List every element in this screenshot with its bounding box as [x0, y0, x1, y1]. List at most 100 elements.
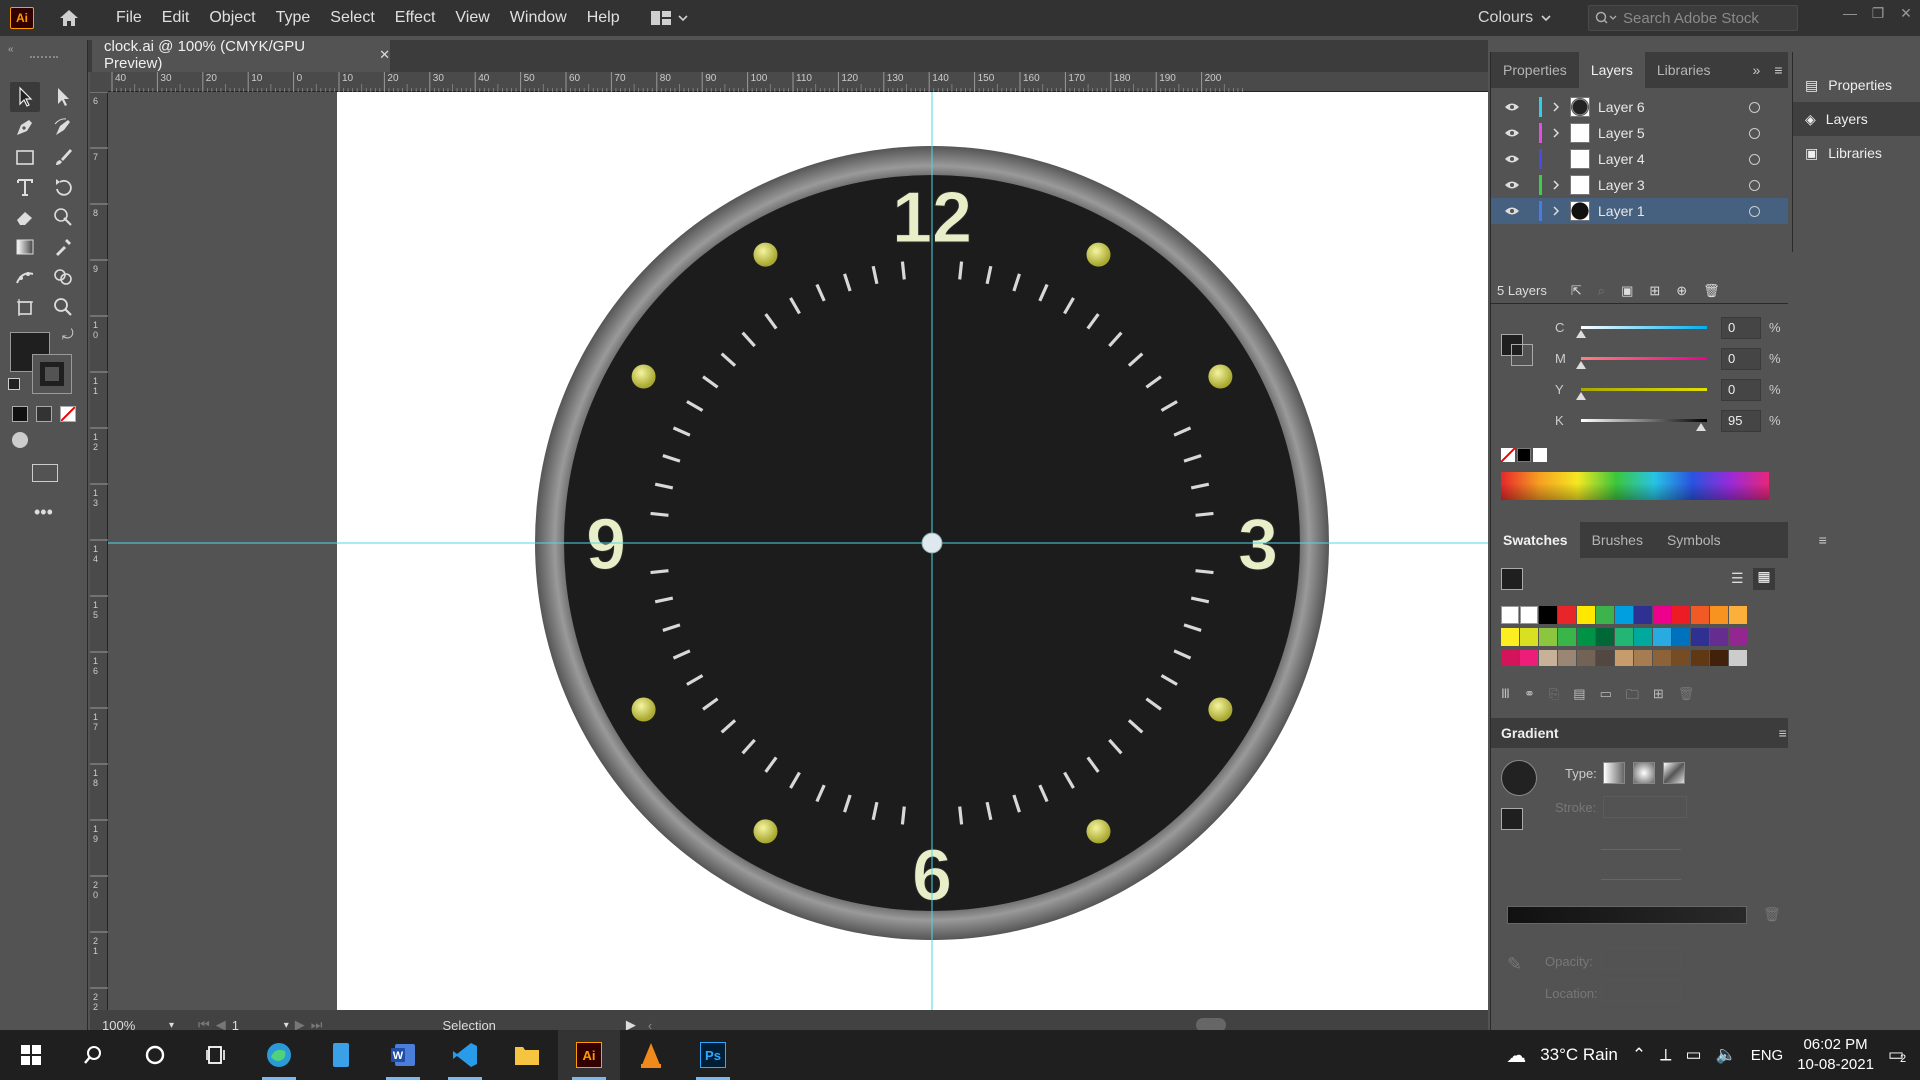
- swatch-kind-icon[interactable]: ⚭: [1524, 686, 1535, 708]
- color-swatch[interactable]: [1558, 650, 1576, 666]
- color-swatch[interactable]: [1615, 606, 1633, 624]
- layer-name[interactable]: Layer 5: [1598, 125, 1645, 141]
- color-swatch[interactable]: [1653, 628, 1671, 646]
- black-swatch[interactable]: [1517, 448, 1531, 462]
- none-swatch[interactable]: [1500, 447, 1516, 463]
- color-swatch[interactable]: [1596, 606, 1614, 624]
- color-swatch[interactable]: [1634, 628, 1652, 646]
- stroke-options[interactable]: [1603, 796, 1687, 818]
- canvas[interactable]: 12 3 6 9: [108, 92, 1488, 1010]
- cortana-icon[interactable]: [124, 1030, 186, 1080]
- color-swatch[interactable]: [1710, 650, 1728, 666]
- grid-view-icon[interactable]: ▦: [1753, 568, 1775, 590]
- tab-swatches[interactable]: Swatches: [1491, 522, 1580, 558]
- color-swatch[interactable]: [1501, 628, 1519, 646]
- visibility-eye-icon[interactable]: [1497, 180, 1527, 190]
- location-field[interactable]: [1601, 980, 1681, 1002]
- visibility-eye-icon[interactable]: [1497, 128, 1527, 138]
- color-swatch[interactable]: [1539, 650, 1557, 666]
- color-swatch[interactable]: [1615, 628, 1633, 646]
- radial-gradient-button[interactable]: [1633, 762, 1655, 784]
- color-group-icon[interactable]: ▤: [1573, 686, 1585, 708]
- gradient-mode-icon[interactable]: [36, 406, 52, 422]
- pen-tool-icon[interactable]: [10, 112, 40, 142]
- list-view-icon[interactable]: ☰: [1731, 570, 1744, 587]
- network-icon[interactable]: ⟂: [1660, 1045, 1671, 1065]
- tab-symbols[interactable]: Symbols: [1655, 522, 1733, 558]
- visibility-eye-icon[interactable]: [1497, 154, 1527, 164]
- layer-row[interactable]: Layer 3: [1491, 172, 1788, 198]
- color-swatch[interactable]: [1577, 650, 1595, 666]
- expand-chevron-icon[interactable]: [1546, 180, 1566, 190]
- notifications-icon[interactable]: ▭ 2: [1888, 1045, 1906, 1065]
- target-circle-icon[interactable]: [1749, 205, 1760, 217]
- color-swatch[interactable]: [1596, 628, 1614, 646]
- new-color-group-icon[interactable]: ▭: [1600, 686, 1612, 708]
- panel-menu-icon[interactable]: ≡: [1774, 52, 1782, 88]
- color-swatch[interactable]: [1501, 650, 1519, 666]
- color-stroke-swatch[interactable]: [1511, 344, 1533, 366]
- dock-libraries[interactable]: ▣ Libraries: [1793, 136, 1920, 170]
- color-swatch[interactable]: [1520, 628, 1538, 646]
- layer-name[interactable]: Layer 6: [1598, 99, 1645, 115]
- color-spectrum[interactable]: [1501, 472, 1769, 500]
- channel-slider[interactable]: [1576, 388, 1707, 400]
- channel-value-input[interactable]: 0: [1721, 347, 1761, 370]
- color-swatch[interactable]: [1539, 628, 1557, 646]
- slider-thumb-icon[interactable]: [1576, 392, 1586, 400]
- color-swatch[interactable]: [1634, 606, 1652, 624]
- task-view-icon[interactable]: [186, 1030, 248, 1080]
- opacity-field[interactable]: [1601, 948, 1681, 970]
- tab-brushes[interactable]: Brushes: [1580, 522, 1655, 558]
- color-mode-icon[interactable]: [12, 406, 28, 422]
- weather-text[interactable]: 33°C Rain: [1540, 1045, 1618, 1065]
- new-layer-icon[interactable]: ⊕: [1676, 283, 1687, 299]
- visibility-eye-icon[interactable]: [1497, 206, 1527, 216]
- vertical-ruler[interactable]: 678910111213141516171819202122: [90, 91, 108, 1012]
- target-circle-icon[interactable]: [1749, 153, 1760, 165]
- color-swatch[interactable]: [1558, 628, 1576, 646]
- layer-row[interactable]: Layer 4: [1491, 146, 1788, 172]
- shape-builder-tool-icon[interactable]: [48, 262, 78, 292]
- color-swatch[interactable]: [1672, 606, 1690, 624]
- gradient-fill-swatch[interactable]: [1501, 808, 1523, 830]
- target-circle-icon[interactable]: [1749, 101, 1760, 113]
- color-swatch[interactable]: [1691, 628, 1709, 646]
- vscode-icon[interactable]: [434, 1030, 496, 1080]
- workspace-switcher[interactable]: Colours: [1478, 0, 1551, 36]
- illustrator-icon[interactable]: Ai: [558, 1030, 620, 1080]
- puppet-warp-tool-icon[interactable]: [10, 262, 40, 292]
- language-indicator[interactable]: ENG: [1751, 1047, 1784, 1064]
- collapse-panel-icon[interactable]: «: [8, 44, 14, 55]
- color-swatch[interactable]: [1520, 650, 1538, 666]
- export-icon[interactable]: ⇱: [1571, 283, 1582, 299]
- delete-layer-icon[interactable]: 🗑: [1703, 283, 1720, 299]
- layer-row[interactable]: Layer 6: [1491, 94, 1788, 120]
- layer-row[interactable]: Layer 5: [1491, 120, 1788, 146]
- channel-value-input[interactable]: 95: [1721, 409, 1761, 432]
- locate-object-icon[interactable]: ⌕: [1598, 283, 1605, 299]
- color-swatch[interactable]: [1691, 606, 1709, 624]
- system-clock[interactable]: 06:02 PM 10-08-2021: [1797, 1035, 1874, 1075]
- color-swatch[interactable]: [1653, 606, 1671, 624]
- slider-thumb-icon[interactable]: [1696, 423, 1706, 431]
- minimize-icon[interactable]: —: [1836, 0, 1864, 26]
- swatch-fill[interactable]: [1501, 568, 1523, 590]
- menu-help[interactable]: Help: [577, 0, 630, 36]
- target-circle-icon[interactable]: [1749, 179, 1760, 191]
- swatch-libraries-icon[interactable]: Ⅲ: [1501, 686, 1510, 708]
- edge-icon[interactable]: [248, 1030, 310, 1080]
- panel-menu-icon[interactable]: ≡: [1819, 522, 1827, 558]
- channel-value-input[interactable]: 0: [1721, 378, 1761, 401]
- arrange-documents-button[interactable]: [650, 10, 688, 26]
- aspect-ratio-field[interactable]: [1601, 860, 1681, 880]
- toolbar-grip[interactable]: [30, 56, 58, 58]
- paintbrush-tool-icon[interactable]: [48, 142, 78, 172]
- vlc-icon[interactable]: [620, 1030, 682, 1080]
- home-icon[interactable]: [56, 5, 82, 31]
- color-swatch[interactable]: [1577, 628, 1595, 646]
- expand-chevron-icon[interactable]: [1546, 206, 1566, 216]
- color-swatch[interactable]: [1596, 650, 1614, 666]
- more-tools-icon[interactable]: •••: [34, 502, 53, 523]
- linear-gradient-button[interactable]: [1603, 762, 1625, 784]
